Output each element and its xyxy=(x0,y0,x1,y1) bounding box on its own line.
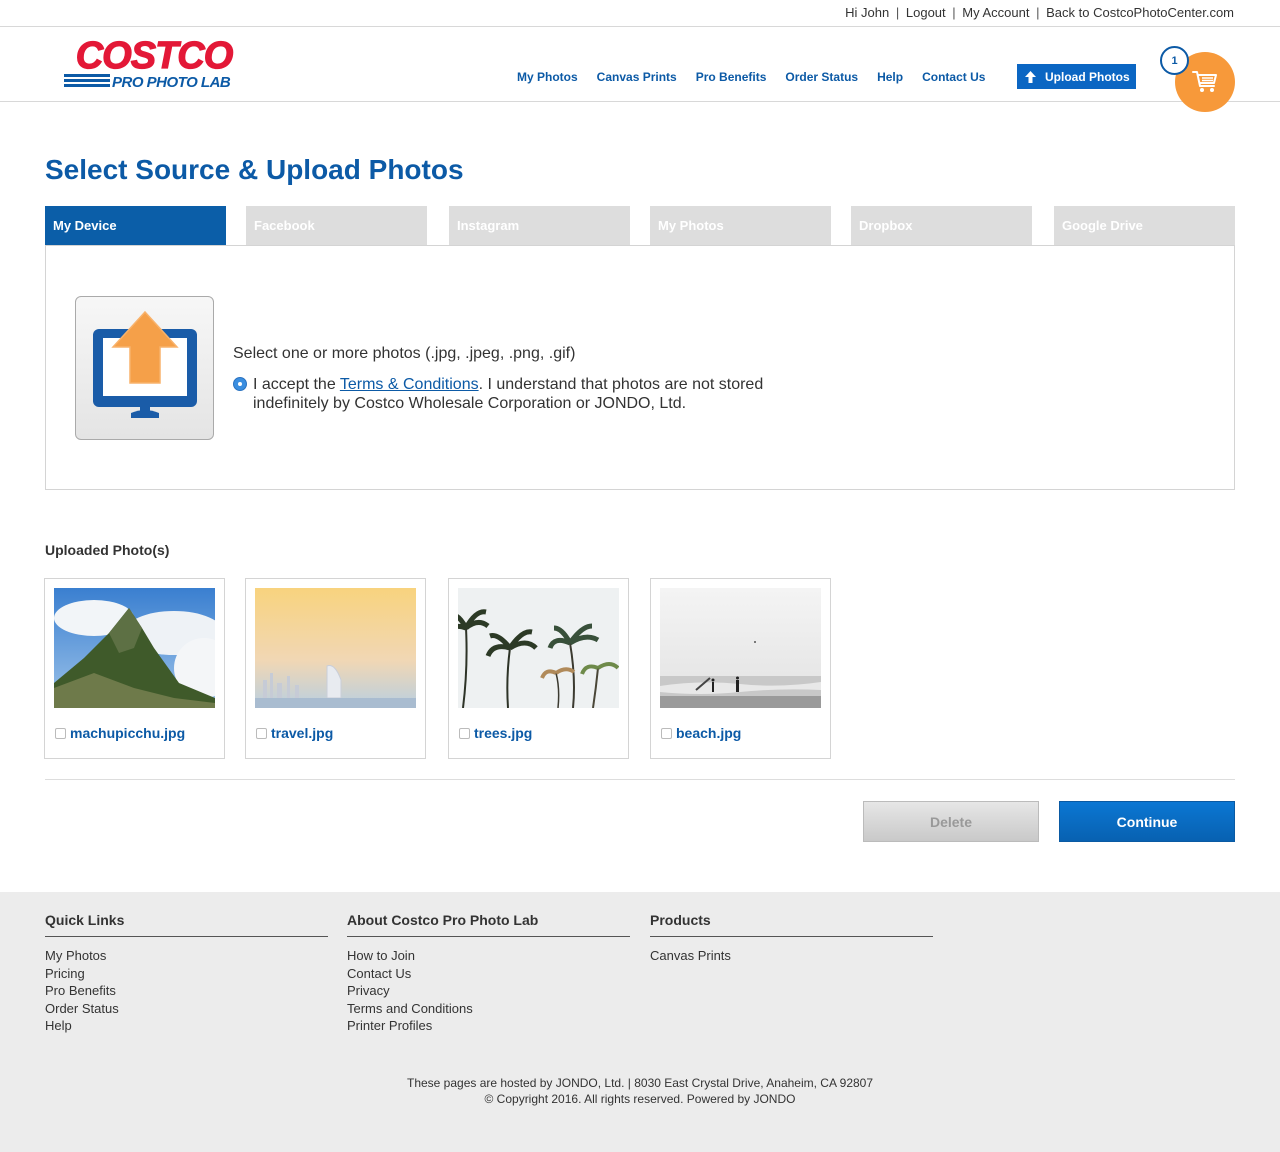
footer-link-how-to-join[interactable]: How to Join xyxy=(347,947,630,965)
photo-card[interactable]: machupicchu.jpg xyxy=(44,578,225,759)
footer-link-pricing[interactable]: Pricing xyxy=(45,965,328,983)
photo-select-checkbox[interactable] xyxy=(256,728,267,739)
accept-terms-text: I accept the Terms & Conditions. I under… xyxy=(233,375,793,413)
top-utility-bar: Hi John | Logout | My Account | Back to … xyxy=(0,0,1280,27)
page-title: Select Source & Upload Photos xyxy=(45,154,464,185)
upload-arrow-icon xyxy=(1025,70,1036,83)
photo-select-checkbox[interactable] xyxy=(661,728,672,739)
accept-terms-radio[interactable] xyxy=(233,377,247,391)
tab-facebook[interactable]: Facebook xyxy=(246,206,427,245)
back-to-photocenter-link[interactable]: Back to CostcoPhotoCenter.com xyxy=(1046,5,1234,20)
nav-my-photos[interactable]: My Photos xyxy=(517,70,578,84)
footer-quick-links: Quick Links My Photos Pricing Pro Benefi… xyxy=(45,912,328,1035)
footer-about-heading: About Costco Pro Photo Lab xyxy=(347,912,630,937)
site-header: COSTCO PRO PHOTO LAB My Photos Canvas Pr… xyxy=(0,27,1280,112)
hosted-by-text: These pages are hosted by JONDO, Ltd. | … xyxy=(406,1076,874,1090)
nav-order-status[interactable]: Order Status xyxy=(785,70,858,84)
footer-legal: These pages are hosted by JONDO, Ltd. | … xyxy=(0,1075,1280,1107)
logo-pro-photo-lab-text: PRO PHOTO LAB xyxy=(112,74,231,91)
photo-thumbnail[interactable] xyxy=(255,588,416,708)
footer-link-terms[interactable]: Terms and Conditions xyxy=(347,1000,630,1018)
nav-contact-us[interactable]: Contact Us xyxy=(922,70,985,84)
terms-acceptance: I accept the Terms & Conditions. I under… xyxy=(233,375,793,413)
terms-conditions-link[interactable]: Terms & Conditions xyxy=(340,376,479,393)
footer-quick-links-heading: Quick Links xyxy=(45,912,328,937)
separator: | xyxy=(895,5,900,20)
separator: | xyxy=(1036,5,1040,20)
costco-pro-photo-lab-logo[interactable]: COSTCO PRO PHOTO LAB xyxy=(62,34,246,91)
photo-thumbnail[interactable] xyxy=(660,588,821,708)
tab-dropbox[interactable]: Dropbox xyxy=(851,206,1032,245)
photo-select-checkbox[interactable] xyxy=(55,728,66,739)
photo-thumbnail[interactable] xyxy=(458,588,619,708)
photo-filename[interactable]: beach.jpg xyxy=(676,725,741,741)
photo-filename[interactable]: trees.jpg xyxy=(474,725,532,741)
nav-help[interactable]: Help xyxy=(877,70,903,84)
accept-prefix: I accept the xyxy=(253,376,340,393)
footer-products-heading: Products xyxy=(650,912,933,937)
tab-my-device[interactable]: My Device xyxy=(45,206,226,245)
footer-link-privacy[interactable]: Privacy xyxy=(347,982,630,1000)
photo-filename[interactable]: machupicchu.jpg xyxy=(70,725,185,741)
footer-products: Products Canvas Prints xyxy=(650,912,933,965)
tab-instagram[interactable]: Instagram xyxy=(449,206,630,245)
nav-canvas-prints[interactable]: Canvas Prints xyxy=(597,70,677,84)
logo-costco-text: COSTCO xyxy=(76,37,233,77)
footer-link-contact-us[interactable]: Contact Us xyxy=(347,965,630,983)
upload-photos-button[interactable]: Upload Photos xyxy=(1017,64,1136,89)
photo-filename[interactable]: travel.jpg xyxy=(271,725,333,741)
monitor-upload-icon[interactable] xyxy=(75,296,214,440)
cart-count-badge: 1 xyxy=(1160,46,1189,75)
footer-link-my-photos[interactable]: My Photos xyxy=(45,947,328,965)
photo-thumbnail[interactable] xyxy=(54,588,215,708)
footer-link-canvas-prints[interactable]: Canvas Prints xyxy=(650,947,933,965)
copyright-text: © Copyright 2016. All rights reserved. P… xyxy=(484,1092,796,1106)
greeting-text: Hi John xyxy=(845,5,890,20)
logout-link[interactable]: Logout xyxy=(906,5,946,20)
device-upload-panel: Select one or more photos (.jpg, .jpeg, … xyxy=(45,245,1235,490)
delete-button[interactable]: Delete xyxy=(863,801,1039,842)
uploaded-photos-heading: Uploaded Photo(s) xyxy=(45,542,170,558)
upload-photos-label: Upload Photos xyxy=(1045,69,1130,84)
footer-link-order-status[interactable]: Order Status xyxy=(45,1000,328,1018)
my-account-link[interactable]: My Account xyxy=(962,5,1029,20)
footer-link-help[interactable]: Help xyxy=(45,1017,328,1035)
photo-card[interactable]: trees.jpg xyxy=(448,578,629,759)
nav-pro-benefits[interactable]: Pro Benefits xyxy=(696,70,767,84)
site-footer: Quick Links My Photos Pricing Pro Benefi… xyxy=(0,892,1280,1152)
tab-google-drive[interactable]: Google Drive xyxy=(1054,206,1235,245)
account-links: Hi John | Logout | My Account | Back to … xyxy=(845,5,1234,20)
footer-link-printer-profiles[interactable]: Printer Profiles xyxy=(347,1017,630,1035)
footer-about: About Costco Pro Photo Lab How to Join C… xyxy=(347,912,630,1035)
cart-icon xyxy=(1192,71,1217,92)
photo-card[interactable]: travel.jpg xyxy=(245,578,426,759)
tab-my-photos[interactable]: My Photos xyxy=(650,206,831,245)
actions-divider xyxy=(45,779,1235,780)
continue-button[interactable]: Continue xyxy=(1059,801,1235,842)
separator: | xyxy=(952,5,956,20)
main-nav: My Photos Canvas Prints Pro Benefits Ord… xyxy=(517,70,1004,84)
file-types-instruction: Select one or more photos (.jpg, .jpeg, … xyxy=(233,345,576,362)
footer-link-pro-benefits[interactable]: Pro Benefits xyxy=(45,982,328,1000)
photo-card[interactable]: beach.jpg xyxy=(650,578,831,759)
photo-select-checkbox[interactable] xyxy=(459,728,470,739)
